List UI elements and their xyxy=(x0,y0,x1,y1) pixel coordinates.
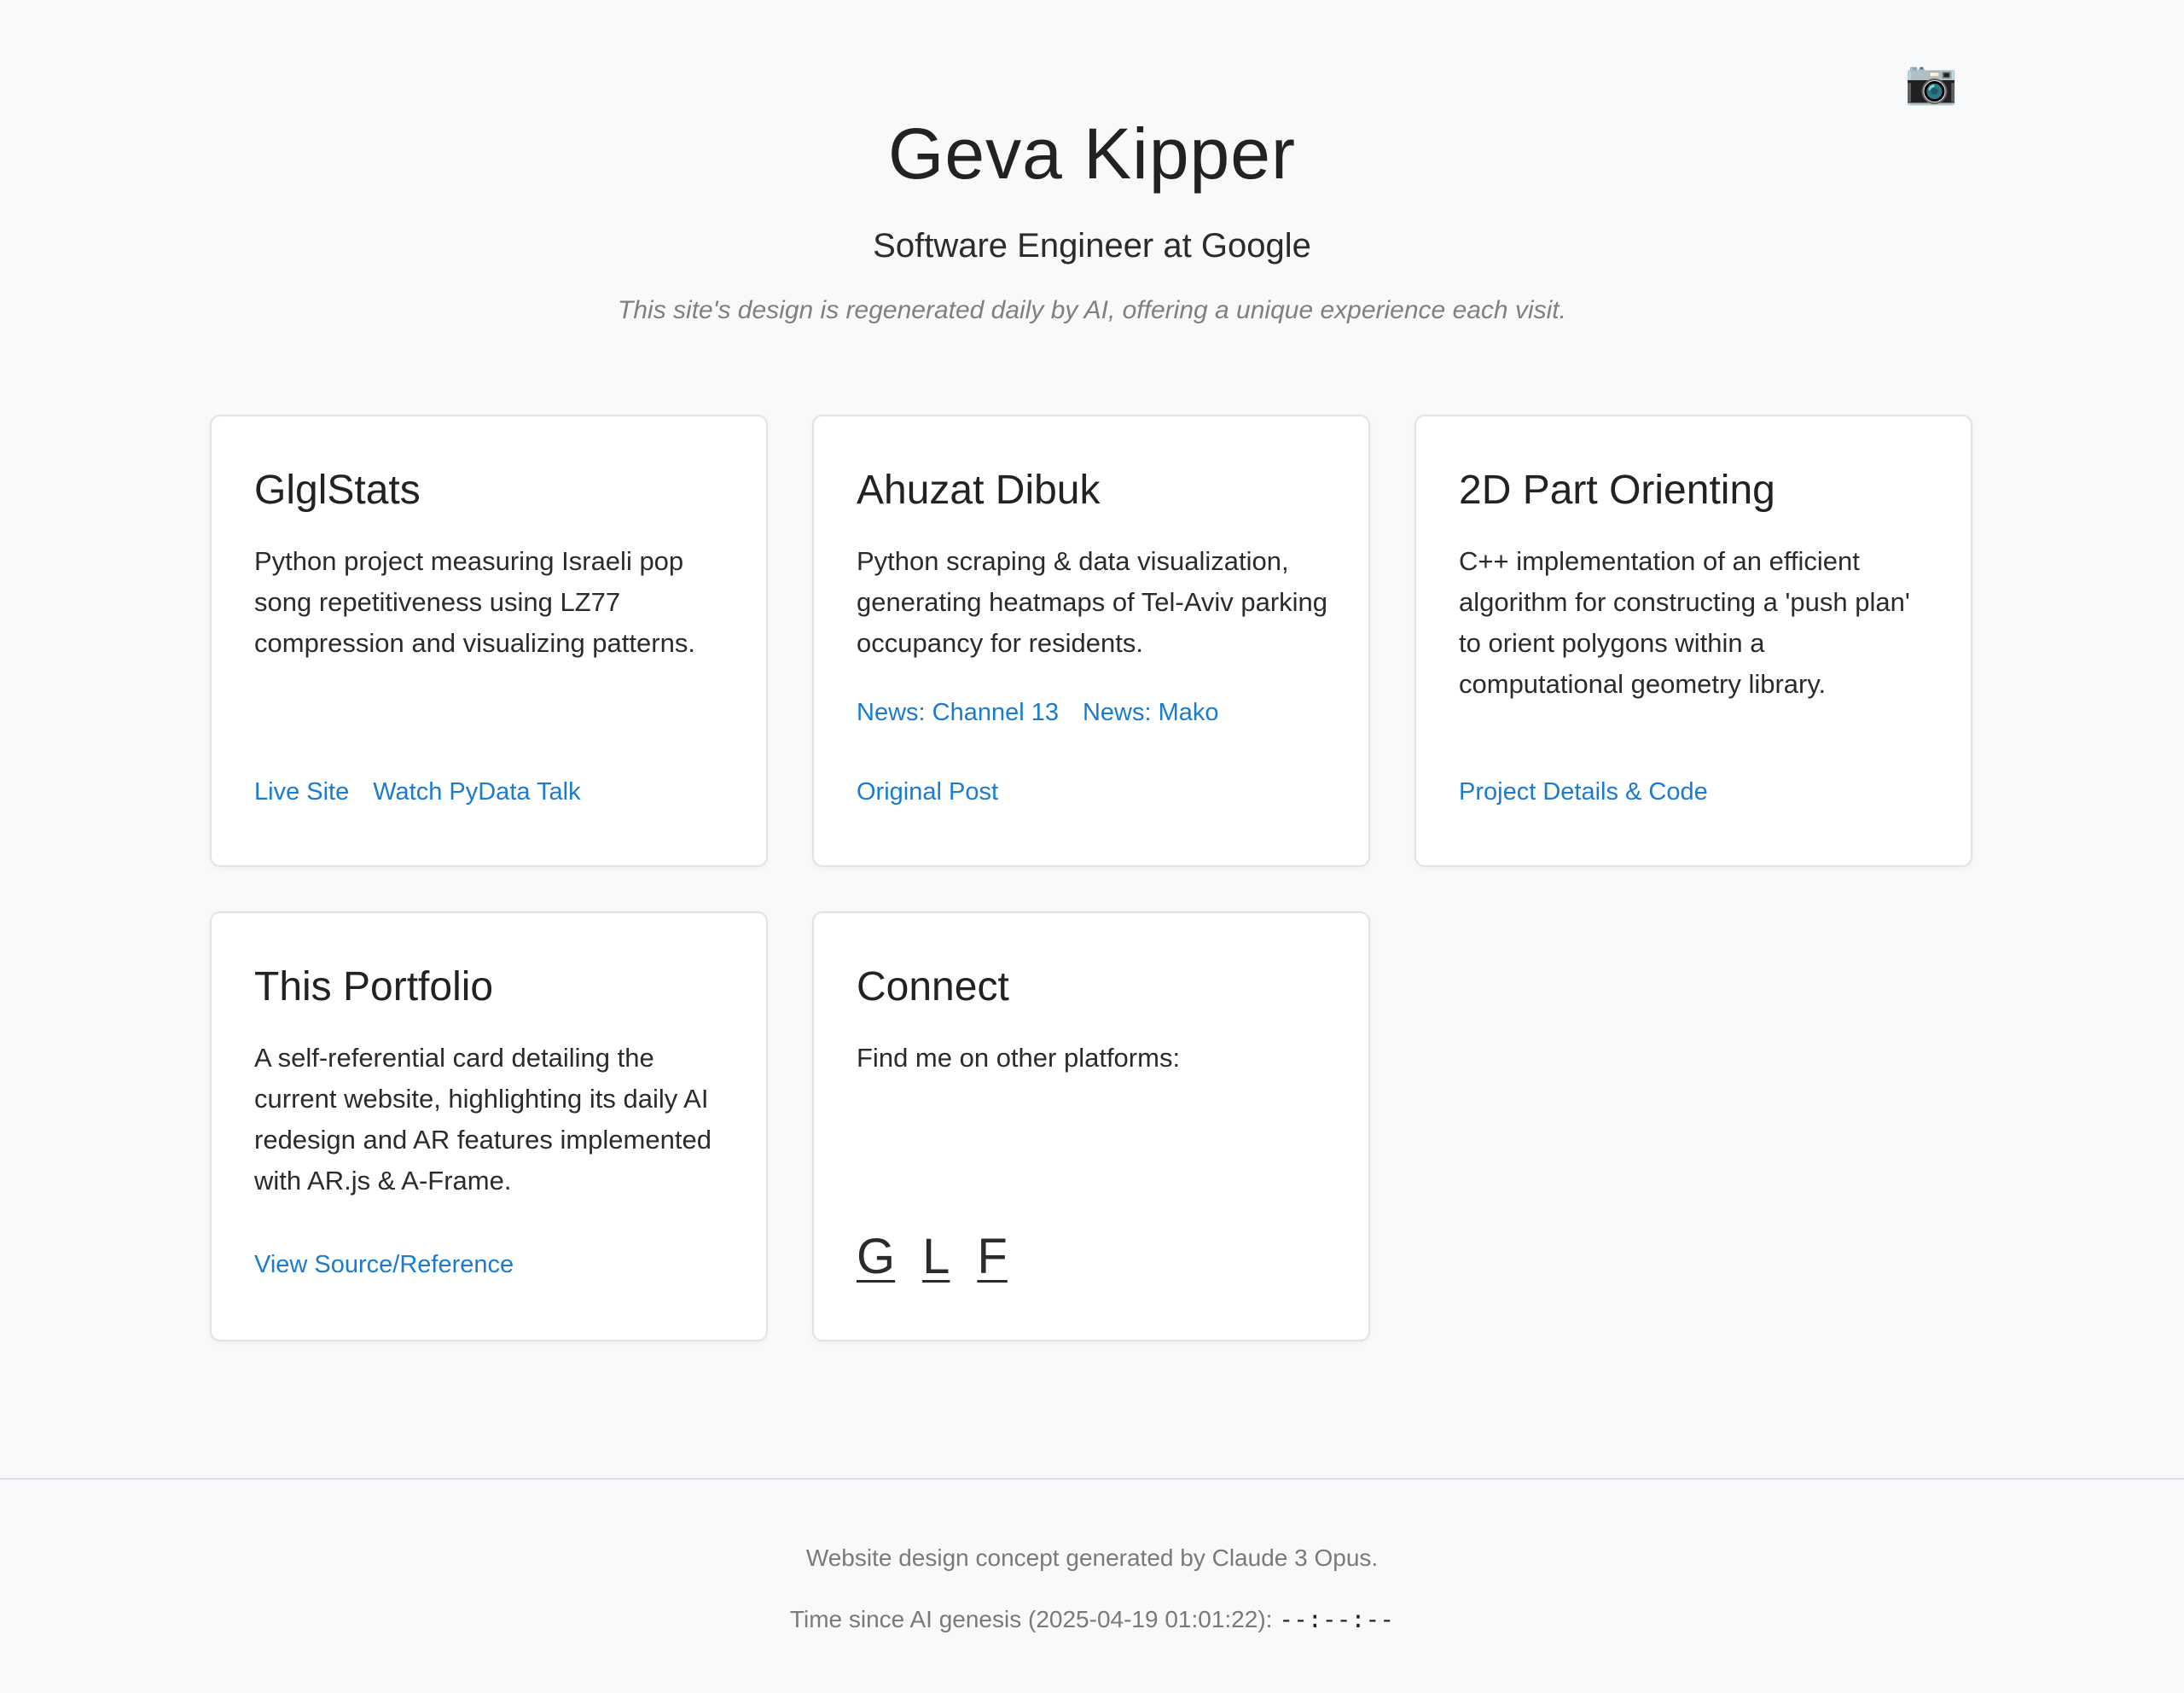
card-description: C++ implementation of an efficient algor… xyxy=(1459,546,1910,699)
card-description: Python scraping & data visualization, ge… xyxy=(857,546,1328,658)
card-links: Live Site Watch PyData Talk xyxy=(254,775,581,813)
card-description: A self-referential card detailing the cu… xyxy=(254,1043,712,1196)
card-description: Find me on other platforms: xyxy=(857,1043,1181,1073)
social-link-g[interactable]: G xyxy=(857,1229,895,1284)
timer-value: --:--:-- xyxy=(1279,1605,1395,1633)
project-card-ahuzat-dibuk: Ahuzat Dibuk Python scraping & data visu… xyxy=(812,415,1370,867)
project-card-2d-part-orienting: 2D Part Orienting C++ implementation of … xyxy=(1414,415,1972,867)
news-channel13-link[interactable]: News: Channel 13 xyxy=(857,699,1059,726)
news-mako-link[interactable]: News: Mako xyxy=(1083,699,1219,726)
card-links: View Source/Reference xyxy=(254,1248,514,1286)
social-link-f[interactable]: F xyxy=(977,1229,1007,1284)
card-title: Ahuzat Dibuk xyxy=(857,468,1101,513)
page-title: Geva Kipper xyxy=(888,113,1296,194)
page: 📷 Geva Kipper Software Engineer at Googl… xyxy=(0,0,2184,1693)
card-title: This Portfolio xyxy=(254,964,494,1009)
card-links: Project Details & Code xyxy=(1459,775,1708,813)
footer-timer-line: Time since AI genesis (2025-04-19 01:01:… xyxy=(0,1603,2184,1637)
original-post-link[interactable]: Original Post xyxy=(857,778,998,806)
site-footer: Website design concept generated by Clau… xyxy=(0,1478,2184,1693)
social-link-l[interactable]: L xyxy=(922,1229,950,1284)
card-title: 2D Part Orienting xyxy=(1459,468,1775,513)
camera-icon[interactable]: 📷 xyxy=(1904,55,1959,109)
pydata-talk-link[interactable]: Watch PyData Talk xyxy=(373,778,580,806)
project-card-glglstats: GlglStats Python project measuring Israe… xyxy=(210,415,768,867)
social-links: GLF xyxy=(857,1227,1035,1287)
subtitle: Software Engineer at Google xyxy=(873,227,1311,265)
footer-credit: Website design concept generated by Clau… xyxy=(805,1545,1379,1571)
card-title: GlglStats xyxy=(254,468,421,513)
live-site-link[interactable]: Live Site xyxy=(254,778,349,806)
project-card-this-portfolio: This Portfolio A self-referential card d… xyxy=(210,911,768,1341)
news-links: News: Channel 13 News: Mako xyxy=(857,695,1219,734)
card-title: Connect xyxy=(857,964,1009,1009)
tagline: This site's design is regenerated daily … xyxy=(618,296,1566,324)
card-description: Python project measuring Israeli pop son… xyxy=(254,546,695,658)
timer-label: Time since AI genesis (2025-04-19 01:01:… xyxy=(789,1606,1280,1632)
connect-card: Connect Find me on other platforms: GLF xyxy=(812,911,1370,1341)
view-source-link[interactable]: View Source/Reference xyxy=(254,1251,514,1278)
project-details-link[interactable]: Project Details & Code xyxy=(1459,778,1708,806)
card-links: Original Post xyxy=(857,775,998,813)
